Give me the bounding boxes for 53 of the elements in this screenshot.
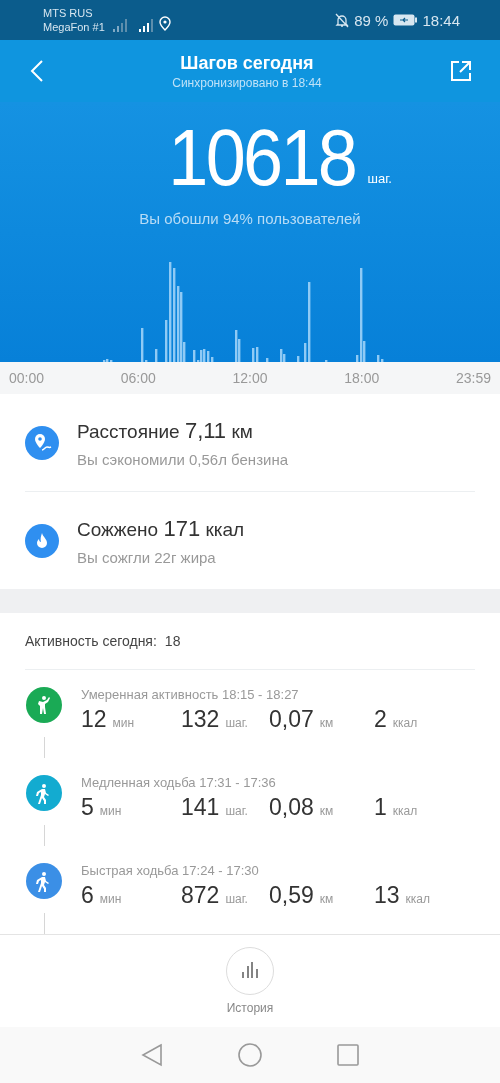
flame-icon	[25, 523, 59, 558]
carrier-name: MegaFon #1	[43, 20, 105, 34]
bar-chart-icon	[240, 962, 260, 980]
activity-title: Медленная ходьба 17:31 - 17:36	[81, 774, 277, 790]
activity-title: Быстрая ходьба 17:24 - 17:30	[81, 862, 260, 878]
battery-percent: 89 %	[354, 11, 389, 29]
activity-stat: 1 ккал	[374, 793, 419, 821]
time-axis-label: 23:59	[455, 370, 491, 386]
activity-stat: 13 ккал	[374, 881, 432, 909]
location-icon	[158, 15, 171, 31]
screen-title: Шагов сегодня	[180, 52, 314, 74]
history-label: История	[226, 1001, 274, 1015]
histogram-bar	[266, 358, 269, 362]
activity-stat: 0,07 км	[269, 705, 335, 733]
activity-count: 18	[164, 632, 181, 649]
stat-heading: Сожжено 171 ккал	[77, 515, 245, 542]
share-button[interactable]	[450, 60, 472, 82]
clock-time: 18:44	[422, 11, 460, 29]
location-pin-icon	[25, 425, 59, 460]
step-unit: шаг.	[367, 171, 392, 186]
activity-stat: 12 мин	[81, 705, 136, 733]
time-axis-label: 18:00	[344, 370, 380, 386]
histogram-bar	[297, 356, 300, 362]
history-button[interactable]	[226, 947, 274, 995]
activity-stat: 872 шаг.	[181, 881, 249, 909]
stat-heading: Расстояние 7,11 км	[77, 417, 254, 444]
stat-note: Вы сэкономили 0,56л бензина	[77, 450, 288, 468]
activity-stat: 0,59 км	[269, 881, 335, 909]
home-nav-button[interactable]	[238, 1043, 262, 1067]
activity-stat: 0,08 км	[269, 793, 335, 821]
activity-label: Активность сегодня:	[25, 632, 157, 649]
activity-stat: 5 мин	[81, 793, 123, 821]
activity-stat: 141 шаг.	[181, 793, 249, 821]
muted-bell-icon	[335, 12, 350, 28]
time-axis-label: 12:00	[232, 370, 268, 386]
back-button[interactable]	[30, 59, 44, 83]
sync-subtitle: Синхронизировано в 18:44	[172, 75, 322, 90]
histogram-bar	[155, 349, 158, 362]
back-nav-button[interactable]	[141, 1043, 163, 1067]
activity-stat: 132 шаг.	[181, 705, 249, 733]
step-count: 10618	[168, 116, 356, 200]
signal-icon	[138, 18, 155, 32]
signal-icon	[112, 18, 129, 32]
stat-note: Вы сожгли 22г жира	[77, 548, 217, 566]
battery-icon	[393, 14, 418, 26]
recents-nav-button[interactable]	[337, 1044, 359, 1066]
time-axis-label: 00:00	[9, 370, 45, 386]
comparison-text: Вы обошли 94% пользователей	[139, 210, 361, 227]
activity-title: Умеренная активность 18:15 - 18:27	[81, 686, 300, 702]
time-axis-label: 06:00	[120, 370, 156, 386]
activity-stat: 2 ккал	[374, 705, 419, 733]
carrier-name: MTS RUS	[43, 6, 94, 20]
activity-stat: 6 мин	[81, 881, 123, 909]
